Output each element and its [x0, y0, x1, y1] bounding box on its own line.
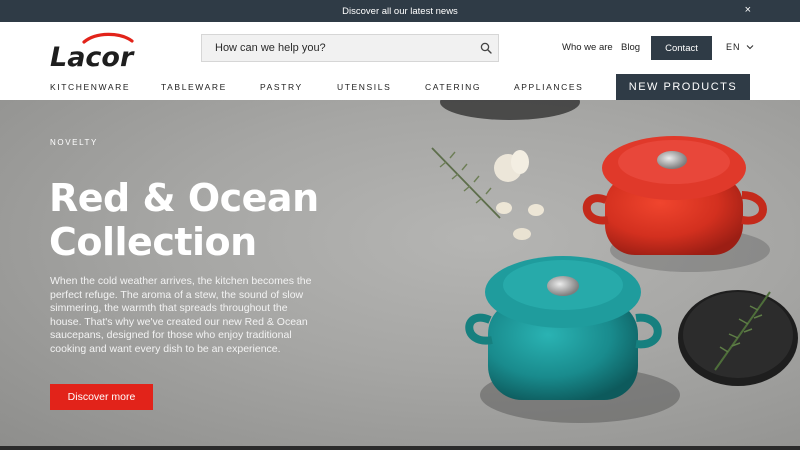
language-selector[interactable]: EN: [726, 42, 754, 52]
language-label: EN: [726, 42, 741, 52]
announcement-bar: Discover all our latest news ×: [0, 0, 800, 22]
hero-title-line2: Collection: [49, 220, 257, 264]
nav-tableware[interactable]: TABLEWARE: [161, 82, 227, 92]
nav-appliances[interactable]: APPLIANCES: [514, 82, 583, 92]
hero-eyebrow: NOVELTY: [50, 138, 98, 147]
nav-utensils[interactable]: UTENSILS: [337, 82, 391, 92]
announcement-text[interactable]: Discover all our latest news: [342, 6, 458, 17]
who-we-are-link[interactable]: Who we are: [562, 42, 613, 53]
search-icon[interactable]: [480, 42, 492, 54]
site-header: Lacor Who we are Blog Contact EN KITCHEN…: [0, 22, 800, 100]
hero-title-line1: Red & Ocean: [49, 176, 319, 220]
search-input[interactable]: [202, 42, 462, 54]
new-products-button[interactable]: NEW PRODUCTS: [616, 74, 750, 100]
nav-kitchenware[interactable]: KITCHENWARE: [50, 82, 130, 92]
search-box[interactable]: [201, 34, 499, 62]
hero-banner: NOVELTY Red & Ocean Collection When the …: [0, 100, 800, 446]
close-icon[interactable]: ×: [745, 4, 751, 16]
nav-catering[interactable]: CATERING: [425, 82, 481, 92]
contact-button[interactable]: Contact: [651, 36, 712, 60]
chevron-down-icon: [746, 45, 753, 50]
lacor-logo[interactable]: Lacor: [50, 30, 150, 70]
bottom-edge: [0, 446, 800, 450]
nav-pastry[interactable]: PASTRY: [260, 82, 303, 92]
discover-more-button[interactable]: Discover more: [50, 384, 153, 410]
logo-wordmark: Lacor: [50, 42, 135, 70]
hero-description: When the cold weather arrives, the kitch…: [50, 275, 312, 355]
hero-title: Red & Ocean Collection: [49, 176, 379, 264]
blog-link[interactable]: Blog: [621, 42, 640, 53]
